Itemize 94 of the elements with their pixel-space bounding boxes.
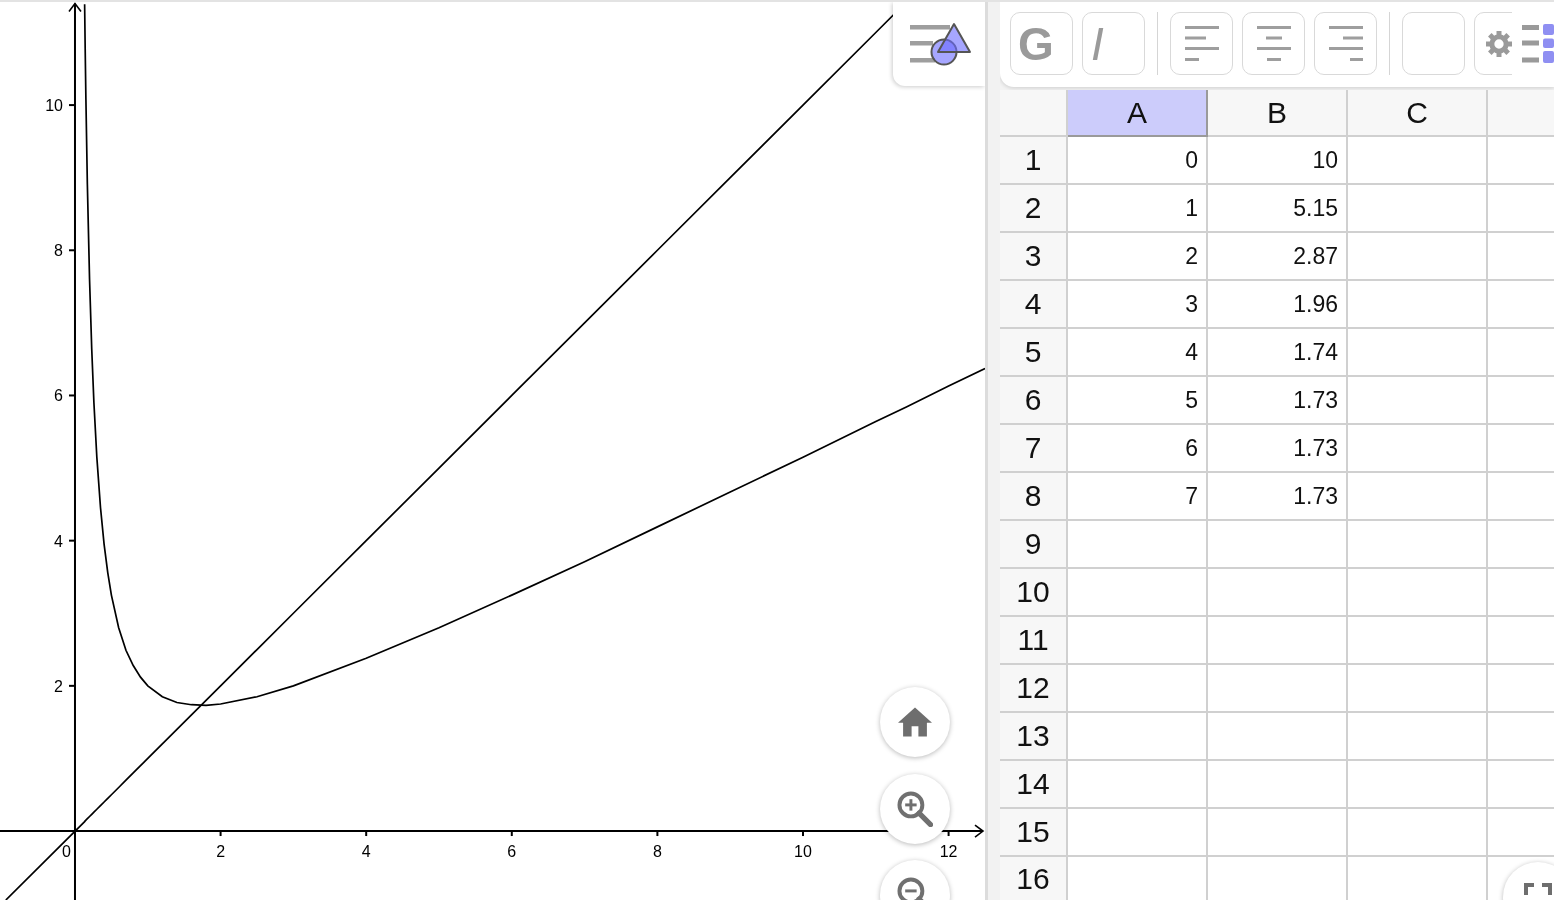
spreadsheet-cell[interactable]: 5 bbox=[1068, 377, 1208, 425]
row-header[interactable]: 12 bbox=[1000, 665, 1068, 713]
row-header[interactable]: 1 bbox=[1000, 137, 1068, 185]
spreadsheet-cell[interactable]: 3 bbox=[1068, 281, 1208, 329]
shapes-icon bbox=[908, 22, 974, 66]
spreadsheet-cell[interactable] bbox=[1208, 665, 1348, 713]
spreadsheet-cell[interactable] bbox=[1208, 521, 1348, 569]
axis-tick-label: 4 bbox=[361, 843, 371, 861]
spreadsheet-cell[interactable] bbox=[1068, 617, 1208, 665]
spreadsheet-cell[interactable]: 1.74 bbox=[1208, 329, 1348, 377]
row-header[interactable]: 6 bbox=[1000, 377, 1068, 425]
spreadsheet-cell[interactable] bbox=[1068, 569, 1208, 617]
axis-tick-label: 12 bbox=[939, 843, 958, 861]
zoom-in-icon bbox=[897, 791, 933, 827]
spreadsheet-cell[interactable] bbox=[1208, 569, 1348, 617]
spreadsheet-cell[interactable] bbox=[1068, 713, 1208, 761]
row-header[interactable]: 11 bbox=[1000, 617, 1068, 665]
align-right-button[interactable] bbox=[1314, 12, 1377, 75]
axis-tick-label: 2 bbox=[54, 677, 63, 695]
row-header[interactable]: 13 bbox=[1000, 713, 1068, 761]
spreadsheet-cell[interactable] bbox=[1348, 425, 1488, 473]
spreadsheet-cell[interactable] bbox=[1208, 809, 1348, 857]
row-header[interactable]: 9 bbox=[1000, 521, 1068, 569]
axis-tick-label: 8 bbox=[54, 242, 63, 260]
corner-brackets-icon bbox=[1524, 883, 1552, 895]
spreadsheet-cell[interactable]: 2.87 bbox=[1208, 233, 1348, 281]
row-header[interactable]: 4 bbox=[1000, 281, 1068, 329]
spreadsheet-cell[interactable] bbox=[1348, 521, 1488, 569]
row-header[interactable]: 10 bbox=[1000, 569, 1068, 617]
axis-tick-label: 4 bbox=[54, 532, 63, 550]
toolbar-button[interactable] bbox=[1402, 12, 1465, 75]
spreadsheet-cell[interactable] bbox=[1348, 233, 1488, 281]
home-button[interactable] bbox=[880, 687, 950, 757]
spreadsheet-cell[interactable] bbox=[1208, 761, 1348, 809]
spreadsheet-cell[interactable] bbox=[1348, 665, 1488, 713]
axis-tick-label: 0 bbox=[62, 843, 71, 861]
axis-tick-label: 6 bbox=[507, 843, 517, 861]
settings-icon bbox=[1486, 30, 1512, 57]
row-header[interactable]: 14 bbox=[1000, 761, 1068, 809]
spreadsheet-cell[interactable]: 4 bbox=[1068, 329, 1208, 377]
spreadsheet-cell[interactable] bbox=[1348, 713, 1488, 761]
axis-tick-label: 10 bbox=[794, 843, 812, 861]
spreadsheet-cell[interactable]: 2 bbox=[1068, 233, 1208, 281]
spreadsheet-cell[interactable]: 1.73 bbox=[1208, 377, 1348, 425]
spreadsheet-cell[interactable] bbox=[1348, 377, 1488, 425]
spreadsheet-cell[interactable] bbox=[1348, 137, 1488, 185]
axis-tick-label: 10 bbox=[45, 97, 63, 115]
spreadsheet-cell[interactable] bbox=[1348, 185, 1488, 233]
spreadsheet-cell[interactable] bbox=[1348, 329, 1488, 377]
spreadsheet-cell[interactable]: 10 bbox=[1208, 137, 1348, 185]
row-header[interactable]: 5 bbox=[1000, 329, 1068, 377]
spreadsheet-cell[interactable] bbox=[1348, 617, 1488, 665]
numbered-list-icon[interactable] bbox=[1520, 22, 1554, 64]
spreadsheet-cell[interactable]: 1.73 bbox=[1208, 425, 1348, 473]
spreadsheet-cell[interactable]: 1.73 bbox=[1208, 473, 1348, 521]
spreadsheet-cell[interactable]: 6 bbox=[1068, 425, 1208, 473]
spreadsheet-cell[interactable] bbox=[1348, 281, 1488, 329]
row-header[interactable]: 7 bbox=[1000, 425, 1068, 473]
spreadsheet-cell[interactable]: 0 bbox=[1068, 137, 1208, 185]
spreadsheet-cell[interactable]: 1 bbox=[1068, 185, 1208, 233]
row-header[interactable]: 3 bbox=[1000, 233, 1068, 281]
spreadsheet-cell[interactable]: 1.96 bbox=[1208, 281, 1348, 329]
spreadsheet-cell[interactable] bbox=[1068, 521, 1208, 569]
align-center-button[interactable] bbox=[1242, 12, 1305, 75]
row-header[interactable]: 2 bbox=[1000, 185, 1068, 233]
axis-tick-label: 2 bbox=[216, 843, 226, 861]
spreadsheet-cell[interactable]: 5.15 bbox=[1208, 185, 1348, 233]
spreadsheet-cell[interactable] bbox=[1208, 713, 1348, 761]
zoom-in-button[interactable] bbox=[880, 774, 950, 844]
home-icon bbox=[898, 707, 932, 737]
align-center-icon bbox=[1256, 25, 1291, 62]
row-header[interactable]: 8 bbox=[1000, 473, 1068, 521]
corner-cell[interactable] bbox=[1000, 90, 1068, 137]
spreadsheet-cell[interactable] bbox=[1348, 809, 1488, 857]
spreadsheet-cell[interactable] bbox=[1068, 665, 1208, 713]
spreadsheet-cell[interactable] bbox=[1348, 473, 1488, 521]
spreadsheet-cell[interactable] bbox=[1068, 809, 1208, 857]
style-bar-button[interactable] bbox=[893, 2, 985, 86]
align-left-icon bbox=[1184, 25, 1219, 62]
spreadsheet-cell[interactable] bbox=[1208, 617, 1348, 665]
align-left-button[interactable] bbox=[1170, 12, 1233, 75]
spreadsheet-cell[interactable] bbox=[1348, 761, 1488, 809]
column-header[interactable] bbox=[1488, 90, 1554, 137]
align-right-icon bbox=[1328, 25, 1363, 62]
spreadsheet-cell[interactable] bbox=[1068, 761, 1208, 809]
axis-tick-label: 8 bbox=[652, 843, 662, 861]
row-header[interactable]: 16 bbox=[1000, 857, 1068, 900]
axis-tick-label: 6 bbox=[54, 387, 63, 405]
spreadsheet-cell[interactable]: 7 bbox=[1068, 473, 1208, 521]
column-header[interactable]: C bbox=[1348, 90, 1488, 137]
column-header[interactable]: B bbox=[1208, 90, 1348, 137]
column-header[interactable]: A bbox=[1068, 90, 1208, 137]
spreadsheet-cell[interactable] bbox=[1348, 569, 1488, 617]
row-header[interactable]: 15 bbox=[1000, 809, 1068, 857]
